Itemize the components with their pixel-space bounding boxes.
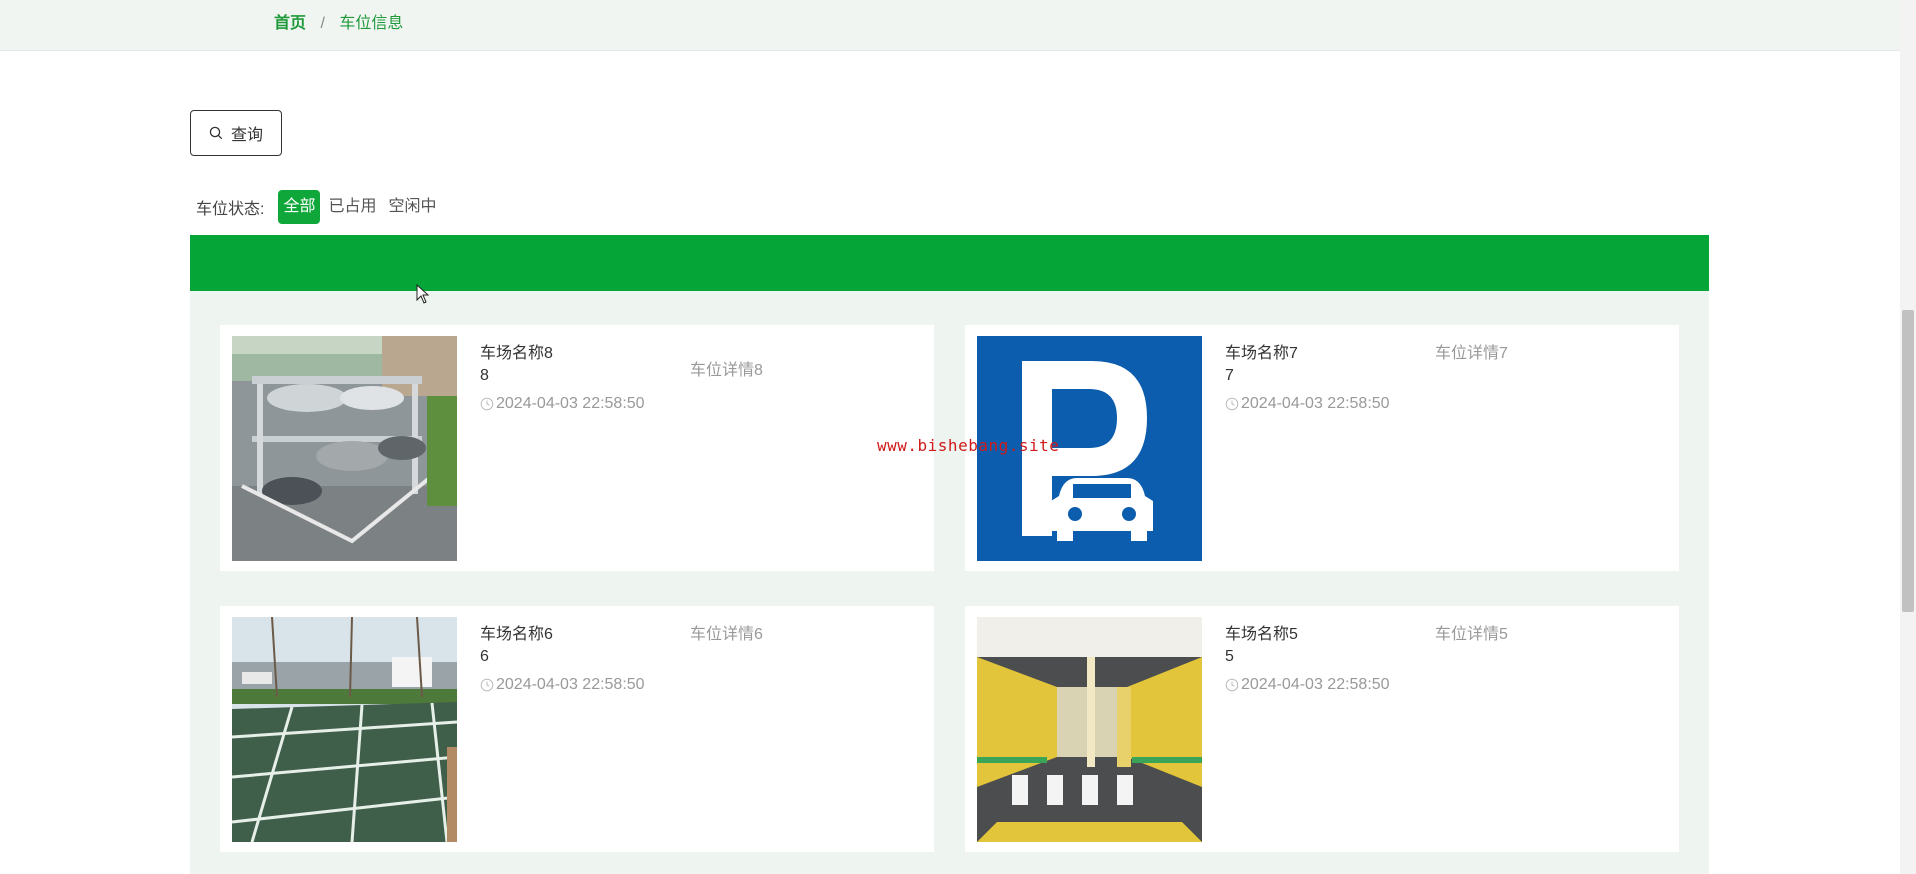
clock-icon: [1225, 397, 1239, 411]
card-detail: 车位详情6: [690, 626, 763, 643]
card-name: 车场名称6: [480, 626, 553, 643]
card-image[interactable]: [232, 336, 457, 561]
breadcrumb-separator: /: [320, 15, 325, 32]
card-number: 7: [1225, 367, 1234, 384]
banner-band: [190, 235, 1709, 291]
card-time-text: 2024-04-03 22:58:50: [496, 395, 645, 412]
parking-card[interactable]: 车场名称7 7 2024-04-03 22:58:50 车位详情7: [965, 325, 1679, 571]
watermark: www.bishebang.site: [877, 436, 1060, 455]
parking-card[interactable]: 车场名称5 5 2024-04-03 22:58:50 车位详情5: [965, 606, 1679, 852]
scrollbar[interactable]: [1900, 0, 1916, 874]
card-image[interactable]: [232, 617, 457, 842]
mouse-cursor-icon: [416, 284, 430, 304]
parking-card[interactable]: 车场名称8 8 2024-04-03 22:58:50 车位详情8: [220, 325, 934, 571]
breadcrumb-current: 车位信息: [339, 15, 404, 32]
search-button[interactable]: 查询: [190, 110, 282, 156]
clock-icon: [480, 678, 494, 692]
card-time: 2024-04-03 22:58:50: [480, 676, 645, 694]
card-name: 车场名称7: [1225, 345, 1298, 362]
search-icon: [209, 126, 223, 140]
top-bar: 首页 / 车位信息: [0, 0, 1900, 51]
card-list: 车场名称8 8 2024-04-03 22:58:50 车位详情8 车场名称7 …: [190, 291, 1709, 874]
status-option-free[interactable]: 空闲中: [384, 190, 440, 224]
card-time-text: 2024-04-03 22:58:50: [1241, 676, 1390, 693]
clock-icon: [480, 397, 494, 411]
card-number: 5: [1225, 648, 1234, 665]
card-detail: 车位详情8: [690, 362, 763, 379]
card-number: 6: [480, 648, 489, 665]
card-detail: 车位详情5: [1435, 626, 1508, 643]
breadcrumb-home-link[interactable]: 首页: [274, 15, 306, 32]
card-time: 2024-04-03 22:58:50: [480, 395, 645, 413]
card-name: 车场名称5: [1225, 626, 1298, 643]
card-time: 2024-04-03 22:58:50: [1225, 676, 1390, 694]
search-button-label: 查询: [230, 127, 263, 144]
card-name: 车场名称8: [480, 345, 553, 362]
card-detail: 车位详情7: [1435, 345, 1508, 362]
parking-card[interactable]: 车场名称6 6 2024-04-03 22:58:50 车位详情6: [220, 606, 934, 852]
breadcrumb: 首页 / 车位信息: [274, 13, 403, 35]
card-number: 8: [480, 367, 489, 384]
status-option-all[interactable]: 全部: [278, 190, 321, 224]
card-image[interactable]: [977, 617, 1202, 842]
status-option-occupied[interactable]: 已占用: [324, 190, 380, 224]
card-time: 2024-04-03 22:58:50: [1225, 395, 1390, 413]
status-filter-label: 车位状态:: [196, 201, 265, 218]
card-time-text: 2024-04-03 22:58:50: [1241, 395, 1390, 412]
scrollbar-thumb[interactable]: [1902, 310, 1914, 612]
clock-icon: [1225, 678, 1239, 692]
card-time-text: 2024-04-03 22:58:50: [496, 676, 645, 693]
status-filter: 车位状态: 全部 已占用 空闲中: [196, 190, 445, 224]
